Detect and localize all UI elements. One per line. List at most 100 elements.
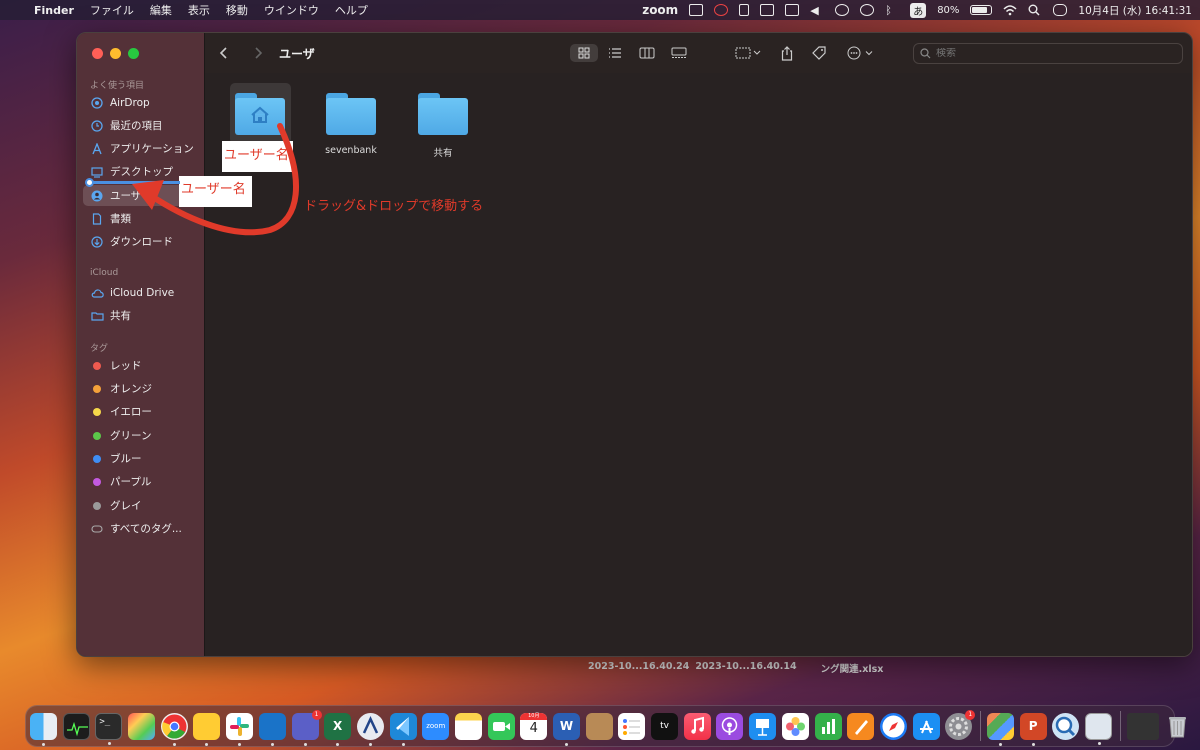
column-view-button[interactable]	[637, 44, 657, 62]
sidebar-tag-yellow[interactable]: イエロー	[83, 401, 199, 422]
forward-button[interactable]	[253, 44, 263, 62]
desktop-file-label[interactable]: 2023-10...16.40.14	[695, 661, 796, 675]
outlook-status-icon[interactable]	[689, 4, 704, 16]
tag-color-dot	[93, 501, 101, 510]
contacts-dock-icon[interactable]	[585, 712, 613, 740]
powerpoint-dock-icon[interactable]: P	[1019, 712, 1047, 746]
slack-dock-icon[interactable]	[226, 712, 254, 746]
window-manager-icon[interactable]	[760, 4, 775, 16]
launchpad-dock-icon[interactable]	[128, 712, 156, 740]
safari-dock-icon[interactable]	[879, 712, 907, 740]
volume-icon[interactable]: ◀	[810, 4, 824, 17]
sidebar-all-tags[interactable]: すべてのタグ...	[83, 518, 199, 539]
display-icon[interactable]	[785, 4, 800, 16]
menu-clock[interactable]: 10月4日 (水) 16:41:31	[1078, 3, 1192, 18]
menu-go[interactable]: 移動	[218, 2, 256, 18]
teams-dock-icon[interactable]: 1	[291, 709, 322, 746]
sidebar-tag-gray[interactable]: グレイ	[83, 495, 199, 516]
keynote-dock-icon[interactable]	[749, 712, 777, 740]
sidebar-tag-purple[interactable]: パープル	[83, 471, 199, 492]
search-input[interactable]	[936, 48, 1176, 59]
desktop-file-label[interactable]: 2023-10...16.40.24	[588, 661, 689, 675]
miro-dock-icon[interactable]	[193, 712, 221, 746]
photos-dock-icon[interactable]	[781, 712, 809, 740]
vscode-dock-icon[interactable]	[389, 712, 417, 746]
zoom-menu-extra[interactable]: zoom	[642, 3, 678, 17]
menu-app-name[interactable]: Finder	[26, 4, 82, 17]
apple-tv-dock-icon[interactable]: tv	[651, 712, 679, 740]
file-item-sevenbank[interactable]: sevenbank	[311, 93, 391, 156]
terminal-dock-icon[interactable]: >_	[95, 712, 123, 745]
system-settings-dock-icon[interactable]: 1	[945, 709, 976, 740]
group-icon	[735, 47, 761, 59]
search-field[interactable]	[913, 43, 1183, 64]
tags-button[interactable]	[810, 44, 828, 62]
minimized-window-dock-icon[interactable]	[1126, 712, 1159, 740]
applications-icon	[91, 141, 103, 155]
numbers-dock-icon[interactable]	[814, 712, 842, 740]
sidebar-item-icloud-drive[interactable]: iCloud Drive	[83, 282, 199, 303]
clipboard-icon[interactable]	[739, 4, 750, 16]
notes-dock-icon[interactable]	[454, 712, 482, 740]
zoom-dock-icon[interactable]: zoom	[422, 712, 450, 740]
tag-label: グリーン	[110, 430, 152, 442]
file-item-shared[interactable]: 共有	[403, 93, 483, 159]
menu-window[interactable]: ウインドウ	[256, 2, 327, 18]
input-source-indicator[interactable]: あ	[910, 2, 927, 18]
bluetooth-icon[interactable]: ᛒ	[885, 4, 899, 17]
more-actions-button[interactable]	[845, 44, 877, 62]
document-icon	[91, 212, 103, 225]
airplay-icon[interactable]	[835, 4, 850, 16]
menu-help[interactable]: ヘルプ	[327, 2, 376, 18]
excel-dock-icon[interactable]: X	[324, 712, 352, 746]
spotlight-search-icon[interactable]	[1028, 4, 1042, 16]
play-icon[interactable]	[860, 4, 875, 16]
sidebar-tag-red[interactable]: レッド	[83, 355, 199, 376]
gallery-view-button[interactable]	[669, 44, 689, 62]
close-window-button[interactable]	[92, 48, 103, 59]
group-by-button[interactable]	[732, 44, 764, 62]
podcasts-dock-icon[interactable]	[716, 712, 744, 740]
sidebar-item-shared[interactable]: 共有	[83, 305, 199, 326]
red-app-status-icon[interactable]	[714, 4, 729, 16]
menu-file[interactable]: ファイル	[82, 2, 142, 18]
sidebar-item-airdrop[interactable]: AirDrop	[83, 92, 199, 113]
drag-indicator-dot	[85, 178, 94, 187]
screenshot-app-dock-icon[interactable]	[1085, 712, 1112, 745]
menu-edit[interactable]: 編集	[142, 2, 180, 18]
ellipsis-circle-icon	[847, 46, 873, 60]
icon-view-button[interactable]	[570, 44, 598, 62]
desktop-file-label[interactable]: ング関連.xlsx	[821, 661, 884, 675]
file-browser-area[interactable]: sevenbank 共有	[205, 73, 1192, 656]
finder-dock-icon[interactable]	[30, 712, 57, 746]
trash-dock-icon[interactable]	[1164, 713, 1191, 740]
battery-icon[interactable]	[970, 5, 993, 15]
minimize-window-button[interactable]	[110, 48, 121, 59]
app-store-dock-icon[interactable]	[912, 712, 940, 740]
list-view-button[interactable]	[605, 44, 625, 62]
word-dock-icon[interactable]: W	[553, 712, 580, 746]
zoom-window-button[interactable]	[128, 48, 139, 59]
sidebar-tag-orange[interactable]: オレンジ	[83, 378, 199, 399]
activity-monitor-dock-icon[interactable]	[62, 712, 90, 740]
toolbar: ユーザ	[205, 33, 1192, 73]
control-center-icon[interactable]	[1053, 4, 1068, 16]
wifi-icon[interactable]	[1003, 4, 1017, 16]
preview-dock-icon[interactable]	[1052, 712, 1080, 740]
menu-view[interactable]: 表示	[180, 2, 218, 18]
pages-dock-icon[interactable]	[847, 712, 875, 740]
sidebar-tag-green[interactable]: グリーン	[83, 425, 199, 446]
facetime-dock-icon[interactable]	[487, 712, 515, 740]
reminders-dock-icon[interactable]	[618, 712, 646, 740]
chrome-dock-icon[interactable]	[160, 712, 188, 746]
music-dock-icon[interactable]	[683, 712, 711, 740]
back-button[interactable]	[219, 44, 229, 62]
share-button[interactable]	[778, 44, 796, 62]
office-dock-icon[interactable]	[986, 712, 1014, 746]
tag-color-dot	[93, 431, 101, 440]
calendar-dock-icon[interactable]: 10月 4	[520, 712, 548, 740]
cloud-icon	[91, 287, 104, 299]
sidebar-tag-blue[interactable]: ブルー	[83, 448, 199, 469]
xcode-style-dock-icon[interactable]	[356, 712, 384, 746]
outlook-dock-icon[interactable]	[258, 712, 286, 746]
